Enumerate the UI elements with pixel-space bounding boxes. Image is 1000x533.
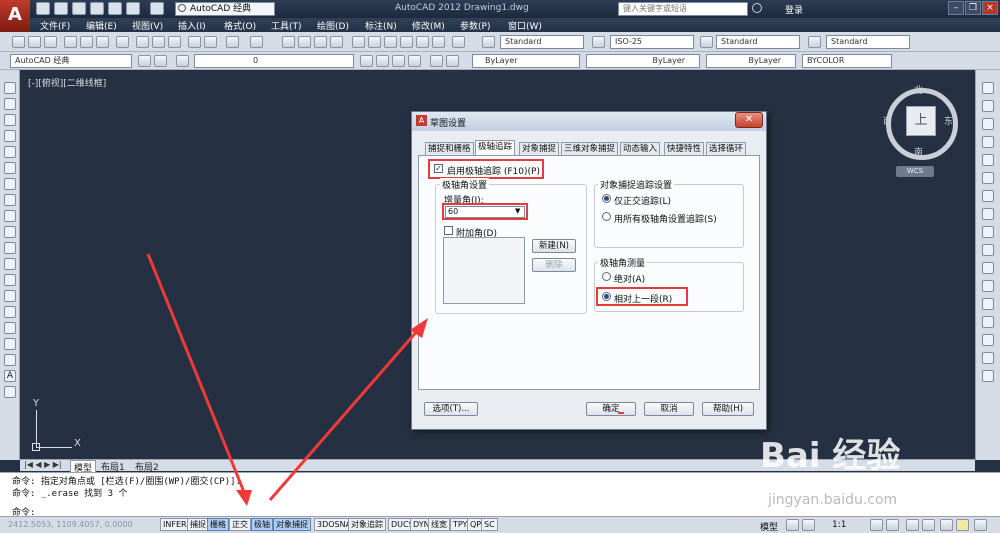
arrow-down-head [236,490,252,506]
arrow-down-line [146,253,246,493]
annotation-arrows [146,253,428,506]
arrow-up-line [268,329,420,501]
